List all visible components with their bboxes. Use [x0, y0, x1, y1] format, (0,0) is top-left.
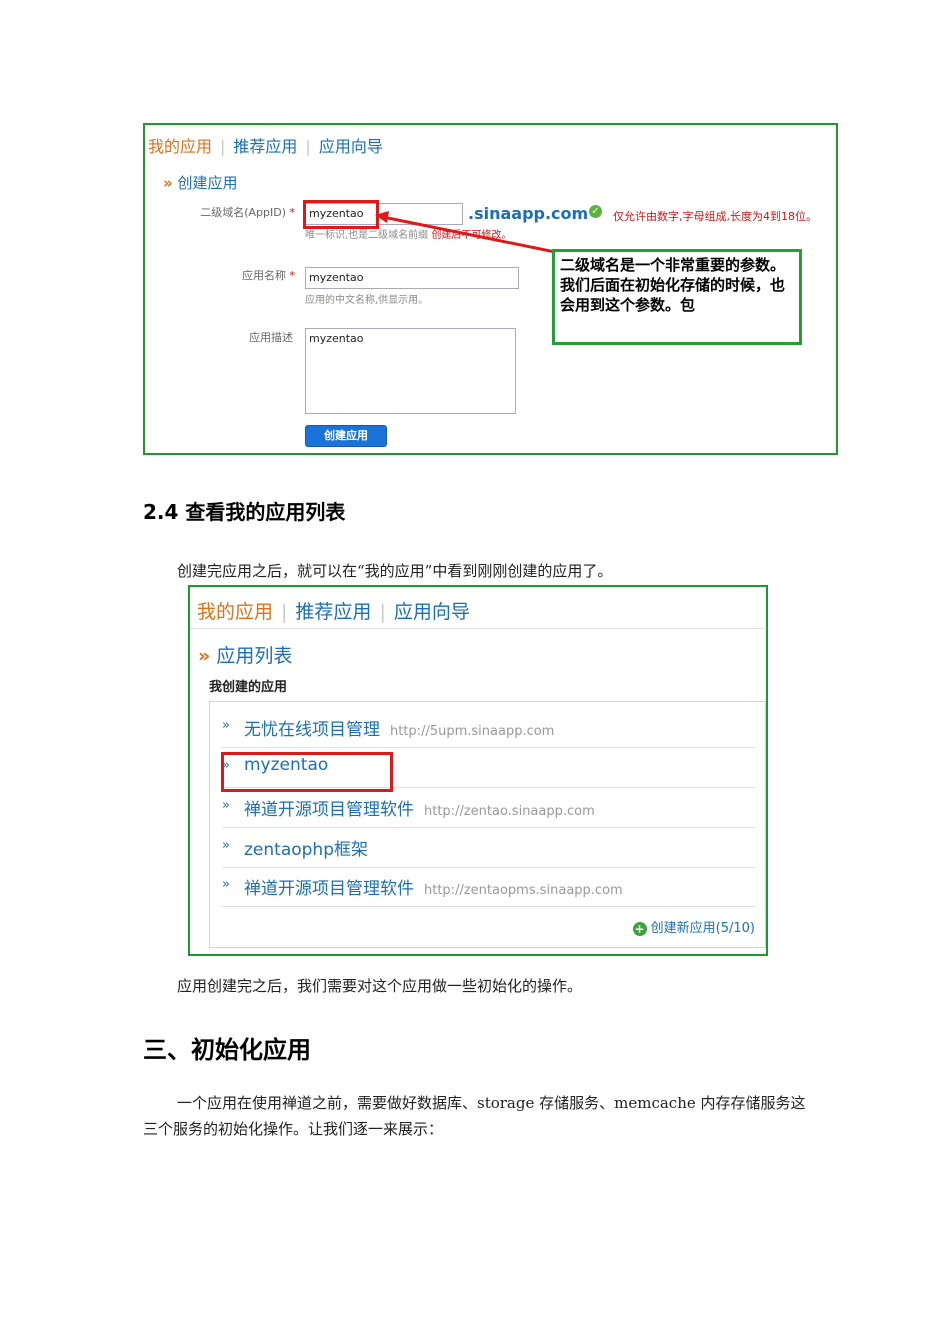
section-heading-2-4: 2.4 查看我的应用列表: [143, 500, 346, 524]
list-item[interactable]: » 无忧在线项目管理 http://5upm.sinaapp.com: [222, 708, 755, 748]
desc-label: 应用描述: [249, 331, 293, 344]
tab-recommended-apps[interactable]: 推荐应用: [233, 137, 297, 156]
tab-bar: 我的应用 | 推荐应用 | 应用向导: [197, 597, 470, 624]
create-app-screenshot: 我的应用 | 推荐应用 | 应用向导 » 创建应用 二级域名(AppID) * myze…: [143, 123, 838, 455]
desc-textarea[interactable]: myzentao: [305, 328, 516, 414]
check-icon: ✓: [589, 205, 602, 218]
app-url: http://zentao.sinaapp.com: [424, 804, 595, 819]
my-apps-subheading: 我创建的应用: [209, 680, 288, 695]
paragraph-3: 一个应用在使用禅道之前，需要做好数据库、storage 存储服务、memcach…: [143, 1094, 806, 1138]
tab-separator: |: [281, 601, 288, 623]
appname-label: 应用名称 *: [242, 269, 295, 282]
paragraph-1: 创建完应用之后，就可以在“我的应用”中看到刚刚创建的应用了。: [177, 562, 613, 580]
list-item[interactable]: » 禅道开源项目管理软件 http://zentao.sinaapp.com: [222, 788, 755, 828]
tab-divider: [190, 628, 766, 629]
app-url: http://5upm.sinaapp.com: [390, 724, 555, 739]
section-heading-3: 三、初始化应用: [143, 1036, 311, 1064]
app-name[interactable]: 无忧在线项目管理: [244, 720, 380, 740]
app-list-panel: » 无忧在线项目管理 http://5upm.sinaapp.com » myze…: [209, 701, 766, 948]
appname-hint: 应用的中文名称,供显示用。: [305, 295, 429, 306]
app-name[interactable]: 禅道开源项目管理软件: [244, 800, 414, 820]
tab-separator: |: [220, 137, 226, 156]
paragraph-2: 应用创建完之后，我们需要对这个应用做一些初始化的操作。: [177, 977, 583, 995]
plus-icon: +: [632, 921, 647, 936]
app-name[interactable]: 禅道开源项目管理软件: [244, 879, 414, 899]
appid-highlight-box: [303, 200, 379, 229]
double-chevron-icon: »: [198, 645, 211, 667]
tab-my-apps[interactable]: 我的应用: [197, 601, 273, 623]
arrow-icon: »: [222, 877, 230, 892]
tab-my-apps[interactable]: 我的应用: [148, 137, 212, 156]
arrow-icon: »: [222, 838, 230, 853]
double-chevron-icon: »: [163, 174, 173, 192]
app-list-screenshot: 我的应用 | 推荐应用 | 应用向导 » 应用列表 我创建的应用 » 无忧在线项目管理 h…: [188, 585, 768, 956]
tab-recommended-apps[interactable]: 推荐应用: [295, 601, 371, 623]
appname-input[interactable]: myzentao: [305, 267, 519, 289]
list-item[interactable]: » zentaophp框架: [222, 828, 755, 868]
list-item[interactable]: » 禅道开源项目管理软件 http://zentaopms.sinaapp.com: [222, 867, 755, 907]
section-title: » 应用列表: [198, 645, 293, 667]
arrow-icon: »: [222, 718, 230, 733]
create-app-button[interactable]: 创建应用: [305, 425, 387, 447]
tab-app-wizard[interactable]: 应用向导: [319, 137, 383, 156]
app-name[interactable]: zentaophp框架: [244, 840, 368, 860]
arrow-icon: »: [222, 798, 230, 813]
myzentao-highlight-box: [221, 752, 393, 792]
app-url: http://zentaopms.sinaapp.com: [424, 883, 623, 898]
callout-note: 二级域名是一个非常重要的参数。我们后面在初始化存储的时候，也会用到这个参数。包: [552, 249, 802, 345]
callout-arrow: [375, 211, 571, 257]
tab-app-wizard[interactable]: 应用向导: [394, 601, 470, 623]
appid-rule: 仅允许由数字,字母组成,长度为4到18位。: [613, 210, 817, 223]
tab-separator: |: [379, 601, 386, 623]
create-new-app-link[interactable]: + 创建新应用(5/10): [632, 917, 755, 936]
tab-separator: |: [305, 137, 311, 156]
tab-bar: 我的应用 | 推荐应用 | 应用向导: [148, 133, 383, 157]
appid-label: 二级域名(AppID) *: [200, 206, 295, 219]
section-title: » 创建应用: [163, 174, 238, 192]
